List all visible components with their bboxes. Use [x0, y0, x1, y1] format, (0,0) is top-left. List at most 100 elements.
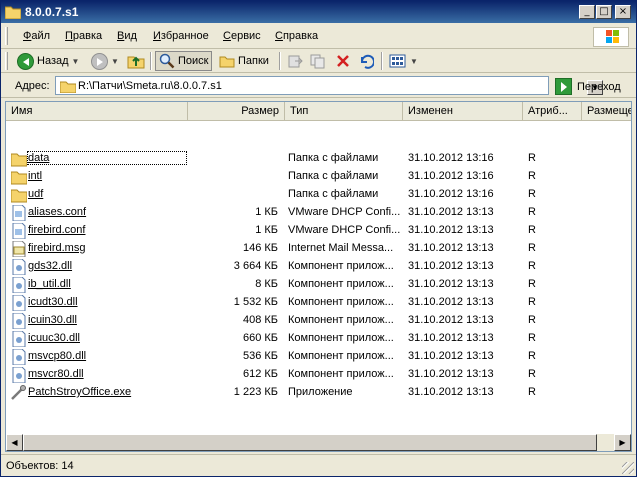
- file-name[interactable]: gds32.dll: [28, 260, 186, 272]
- go-button[interactable]: Переход: [555, 77, 621, 96]
- column-size[interactable]: Размер: [188, 102, 285, 121]
- toolbar-grip: [5, 52, 8, 70]
- file-row[interactable]: data Папка с файлами 31.10.2012 13:16 R: [6, 150, 631, 168]
- file-name[interactable]: udf: [28, 188, 186, 200]
- resize-grip[interactable]: [622, 462, 634, 474]
- column-header: Имя Размер Тип Изменен Атриб... Размеще.…: [6, 102, 631, 121]
- column-name[interactable]: Имя: [6, 102, 188, 121]
- go-label: Переход: [577, 80, 621, 93]
- file-row[interactable]: icuin30.dll 408 КБ Компонент прилож... 31.1…: [6, 312, 631, 330]
- file-attributes: R: [528, 368, 536, 380]
- maximize-button[interactable]: □: [596, 5, 612, 19]
- column-location[interactable]: Размеще...: [582, 102, 631, 121]
- windows-flag-icon: [606, 30, 619, 43]
- file-name[interactable]: icuuc30.dll: [28, 332, 186, 344]
- column-type[interactable]: Тип: [285, 102, 403, 121]
- file-name[interactable]: msvcp80.dll: [28, 350, 186, 362]
- address-input[interactable]: R:\Патчи\Smeta.ru\8.0.0.7.s1 ▼: [55, 76, 603, 95]
- file-row[interactable]: udf Папка с файлами 31.10.2012 13:16 R: [6, 186, 631, 204]
- menu-tools[interactable]: Сервис: [223, 30, 261, 42]
- file-row[interactable]: gds32.dll 3 664 КБ Компонент прилож... 31.1…: [6, 258, 631, 276]
- delete-button[interactable]: [335, 51, 351, 71]
- scroll-right-button[interactable]: ▶: [614, 434, 631, 451]
- file-row[interactable]: firebird.conf 1 КБ VMware DHCP Confi... 31.…: [6, 222, 631, 240]
- file-name[interactable]: icuin30.dll: [28, 314, 186, 326]
- menu-bar: Файл Правка Вид Избранное Сервис Справка: [1, 23, 636, 49]
- file-row[interactable]: icudt30.dll 1 532 КБ Компонент прилож... 31…: [6, 294, 631, 312]
- file-name[interactable]: icudt30.dll: [28, 296, 186, 308]
- file-row[interactable]: msvcp80.dll 536 КБ Компонент прилож... 31.1…: [6, 348, 631, 366]
- file-type: Компонент прилож...: [288, 314, 394, 326]
- copy-to-button[interactable]: [310, 51, 326, 71]
- minimize-button[interactable]: _: [579, 5, 595, 19]
- menu-favorites[interactable]: Избранное: [153, 30, 209, 42]
- chevron-down-icon: ▼: [71, 56, 80, 66]
- file-modified: 31.10.2012 13:13: [408, 368, 494, 380]
- file-size: 1 223 КБ: [233, 386, 278, 398]
- file-row[interactable]: msvcr80.dll 612 КБ Компонент прилож... 31.1…: [6, 366, 631, 384]
- up-folder-button[interactable]: [127, 51, 145, 71]
- delete-icon: [337, 55, 349, 67]
- menu-file[interactable]: Файл: [23, 30, 50, 42]
- folder-up-icon: [127, 56, 145, 69]
- file-size: 408 КБ: [242, 314, 278, 326]
- file-size: 1 КБ: [255, 224, 278, 236]
- dll-file-icon: [12, 277, 26, 293]
- menu-help[interactable]: Справка: [275, 30, 318, 42]
- forward-arrow-icon: [91, 52, 108, 70]
- folders-label: Папки: [238, 55, 269, 67]
- back-arrow-icon: [17, 52, 34, 70]
- back-button[interactable]: Назад ▼: [17, 51, 79, 71]
- back-label: Назад: [37, 55, 69, 67]
- file-type: Компонент прилож...: [288, 332, 394, 344]
- status-text: Объектов: 14: [6, 460, 74, 472]
- file-name[interactable]: msvcr80.dll: [28, 368, 186, 380]
- file-name[interactable]: ib_util.dll: [28, 278, 186, 290]
- forward-button[interactable]: ▼: [91, 51, 119, 71]
- folders-button[interactable]: Папки: [219, 51, 269, 71]
- file-name[interactable]: firebird.conf: [28, 224, 186, 236]
- scroll-left-button[interactable]: ◀: [6, 434, 23, 451]
- column-modified[interactable]: Изменен: [403, 102, 523, 121]
- chevron-down-icon: ▼: [410, 56, 418, 66]
- file-size: 3 664 КБ: [233, 260, 278, 272]
- file-name[interactable]: PatchStroyOffice.exe: [28, 386, 186, 398]
- menu-view[interactable]: Вид: [117, 30, 137, 42]
- file-name[interactable]: aliases.conf: [28, 206, 186, 218]
- file-size: 536 КБ: [242, 350, 278, 362]
- toolbar-separator: [279, 52, 281, 70]
- dll-file-icon: [12, 313, 26, 329]
- file-name[interactable]: data: [27, 151, 187, 165]
- file-row[interactable]: intl Папка с файлами 31.10.2012 13:16 R: [6, 168, 631, 186]
- file-modified: 31.10.2012 13:13: [408, 224, 494, 236]
- file-attributes: R: [528, 278, 536, 290]
- file-name[interactable]: firebird.msg: [28, 242, 186, 254]
- file-row[interactable]: ib_util.dll 8 КБ Компонент прилож... 31.10.…: [6, 276, 631, 294]
- file-row[interactable]: PatchStroyOffice.exe 1 223 КБ Приложение 31…: [6, 384, 631, 402]
- windows-logo: [593, 27, 629, 47]
- file-name[interactable]: intl: [28, 170, 186, 182]
- file-attributes: R: [528, 188, 536, 200]
- move-to-button[interactable]: [287, 51, 303, 71]
- file-attributes: R: [528, 314, 536, 326]
- move-to-icon: [288, 55, 303, 68]
- views-button[interactable]: ▼: [389, 51, 418, 71]
- column-attributes[interactable]: Атриб...: [523, 102, 582, 121]
- file-row[interactable]: icuuc30.dll 660 КБ Компонент прилож... 31.1…: [6, 330, 631, 348]
- file-list[interactable]: Имя Размер Тип Изменен Атриб... Размеще.…: [5, 101, 632, 452]
- conf-file-icon: [12, 205, 26, 221]
- horizontal-scrollbar[interactable]: ◀ ▶: [6, 434, 631, 451]
- search-button[interactable]: Поиск: [155, 51, 213, 71]
- file-row[interactable]: aliases.conf 1 КБ VMware DHCP Confi... 31.1…: [6, 204, 631, 222]
- file-row[interactable]: firebird.msg 146 КБ Internet Mail Messa...…: [6, 240, 631, 258]
- file-modified: 31.10.2012 13:13: [408, 350, 494, 362]
- file-attributes: R: [528, 350, 536, 362]
- chevron-down-icon: ▼: [111, 56, 119, 66]
- file-size: 612 КБ: [242, 368, 278, 380]
- title-bar[interactable]: 8.0.0.7.s1 _ □ ×: [1, 1, 636, 23]
- close-button[interactable]: ×: [615, 5, 631, 19]
- undo-button[interactable]: [358, 51, 374, 71]
- file-attributes: R: [528, 152, 536, 164]
- scroll-thumb[interactable]: [23, 434, 597, 451]
- menu-edit[interactable]: Правка: [65, 30, 102, 42]
